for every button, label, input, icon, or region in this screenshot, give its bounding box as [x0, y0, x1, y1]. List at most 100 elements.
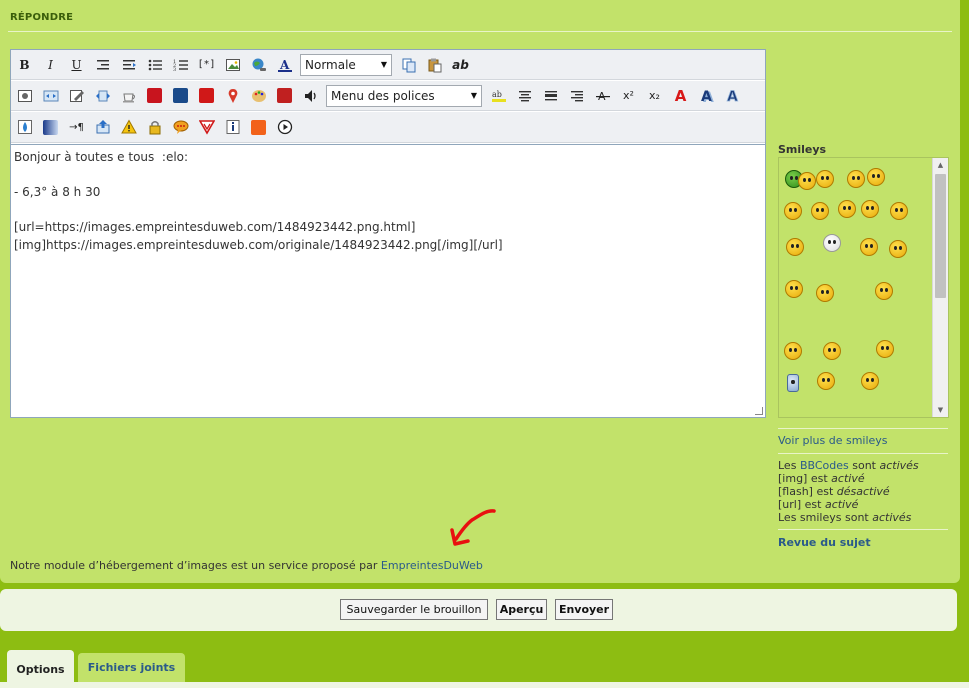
smiley-icon[interactable] [861, 200, 879, 218]
toolbar-row-2: Menu des polices ▼ ab A x² x₂ A AA A [11, 81, 765, 111]
smiley-icon[interactable] [817, 372, 835, 390]
image-icon[interactable] [222, 54, 243, 75]
indent-icon[interactable] [92, 54, 113, 75]
highlight-icon[interactable]: ab [488, 85, 509, 106]
lock-icon[interactable] [144, 117, 165, 138]
info-icon[interactable] [222, 117, 243, 138]
globe-link-icon[interactable] [248, 54, 269, 75]
text-effect-button[interactable]: A [670, 85, 691, 106]
water-drop-icon[interactable] [14, 117, 35, 138]
clear-format-button[interactable]: ab [450, 54, 471, 75]
copy-icon[interactable] [398, 54, 419, 75]
smiley-icon[interactable] [785, 280, 803, 298]
smiley-icon[interactable] [875, 282, 893, 300]
text-glow-icon[interactable]: A [722, 85, 743, 106]
smiley-icon[interactable] [811, 202, 829, 220]
divider [8, 31, 952, 32]
smiley-icon[interactable] [816, 284, 834, 302]
screenshot-icon[interactable] [14, 85, 35, 106]
toolbar-row-3: →¶ [11, 112, 765, 143]
speaker-icon[interactable] [300, 85, 321, 106]
scroll-up-icon[interactable]: ▲ [933, 158, 948, 172]
send-button[interactable]: Envoyer [555, 599, 613, 620]
bold-button[interactable]: B [14, 54, 35, 75]
empreintesduweb-link[interactable]: EmpreintesDuWeb [381, 559, 483, 572]
svg-text:ab: ab [492, 90, 502, 99]
smiley-icon[interactable] [823, 234, 841, 252]
smiley-icon[interactable] [823, 342, 841, 360]
outdent-icon[interactable] [118, 54, 139, 75]
align-right-icon[interactable] [566, 85, 587, 106]
gradient-icon[interactable] [40, 117, 61, 138]
help-icon[interactable] [274, 85, 295, 106]
smiley-icon[interactable] [798, 172, 816, 190]
preview-button[interactable]: Aperçu [496, 599, 547, 620]
smiley-icon[interactable] [787, 374, 799, 392]
smiley-icon[interactable] [890, 202, 908, 220]
play-icon[interactable] [274, 117, 295, 138]
scroll-down-icon[interactable]: ▼ [933, 403, 948, 417]
list-item-button[interactable]: [*] [196, 54, 217, 75]
smiley-icon[interactable] [889, 240, 907, 258]
smiley-icon[interactable] [784, 202, 802, 220]
chevron-down-icon: ▼ [470, 91, 477, 100]
text-shadow-icon[interactable]: AA [696, 85, 717, 106]
flash-label: [flash] est [778, 485, 834, 498]
paragraph-icon[interactable]: →¶ [66, 117, 87, 138]
edit-note-icon[interactable] [66, 85, 87, 106]
smiley-icon[interactable] [860, 238, 878, 256]
upload-icon[interactable] [92, 117, 113, 138]
text-line: Bonjour à toutes e tous :elo: [14, 150, 189, 164]
pdf-icon[interactable] [144, 85, 165, 106]
italic-button[interactable]: I [40, 54, 61, 75]
scrollbar-thumb[interactable] [935, 174, 946, 298]
underline-button[interactable]: U [66, 54, 87, 75]
numbered-list-icon[interactable]: 123 [170, 54, 191, 75]
youtube-icon[interactable] [196, 85, 217, 106]
resize-handle[interactable] [755, 407, 763, 415]
map-pin-icon[interactable] [222, 85, 243, 106]
expand-icon[interactable] [92, 85, 113, 106]
font-family-select[interactable]: Menu des polices ▼ [326, 84, 482, 107]
subscript-button[interactable]: x₂ [644, 85, 665, 106]
justify-icon[interactable] [540, 85, 561, 106]
warning-pyramid-icon[interactable] [170, 85, 191, 106]
smiley-icon[interactable] [838, 200, 856, 218]
tab-attachments[interactable]: Fichiers joints [78, 653, 185, 682]
smiley-icon[interactable] [861, 372, 879, 390]
bbcodes-link[interactable]: BBCodes [800, 459, 849, 472]
text-line [14, 167, 762, 185]
coffee-cup-icon[interactable] [118, 85, 139, 106]
smileys-label: Les smileys sont [778, 511, 869, 524]
smiley-icon[interactable] [847, 170, 865, 188]
smiley-icon[interactable] [786, 238, 804, 256]
smiley-icon[interactable] [784, 342, 802, 360]
fit-width-icon[interactable] [40, 85, 61, 106]
bullet-list-icon[interactable] [144, 54, 165, 75]
paste-icon[interactable] [424, 54, 445, 75]
img-label: [img] est [778, 472, 828, 485]
font-size-select[interactable]: Normale ▼ [300, 53, 392, 76]
smiley-icon[interactable] [876, 340, 894, 358]
speech-bubble-icon[interactable] [170, 117, 191, 138]
tab-content-strip [0, 682, 969, 688]
strikethrough-icon[interactable]: A [592, 85, 613, 106]
soundcloud-icon[interactable] [248, 117, 269, 138]
smileys-scrollbar[interactable]: ▲ ▼ [932, 158, 948, 417]
smiley-icon[interactable] [867, 168, 885, 186]
message-textarea[interactable]: Bonjour à toutes e tous :elo: - 6,3° à 8 … [11, 144, 765, 418]
superscript-button[interactable]: x² [618, 85, 639, 106]
topic-review-link[interactable]: Revue du sujet [778, 536, 871, 549]
spoiler-icon[interactable] [196, 117, 217, 138]
save-draft-button[interactable]: Sauvegarder le brouillon [340, 599, 488, 620]
text-color-icon[interactable]: A [274, 54, 295, 75]
warning-icon[interactable] [118, 117, 139, 138]
palette-icon[interactable] [248, 85, 269, 106]
svg-text:A: A [279, 58, 290, 72]
align-center-icon[interactable] [514, 85, 535, 106]
smiley-icon[interactable] [816, 170, 834, 188]
bbcode-info: Les BBCodes sont activés [img] est activ… [778, 459, 919, 524]
more-smileys-link[interactable]: Voir plus de smileys [778, 434, 888, 447]
smileys-status: activés [872, 511, 912, 524]
text-line: - 6,3° à 8 h 30 [14, 185, 101, 199]
